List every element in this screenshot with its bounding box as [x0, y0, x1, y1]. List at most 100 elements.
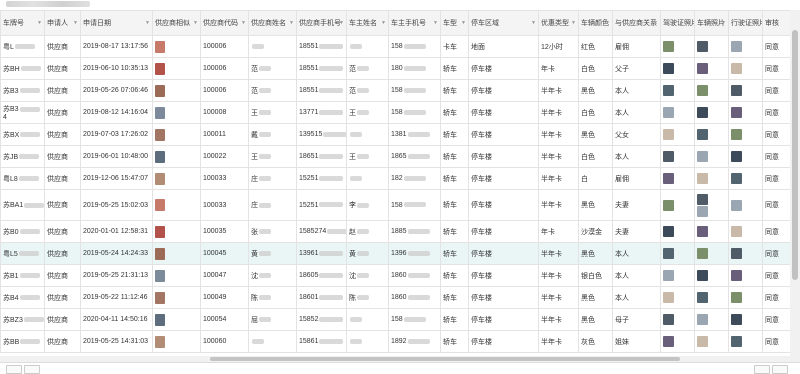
- supplier-photo[interactable]: [155, 128, 165, 141]
- caret-down-icon[interactable]: ▼: [381, 20, 386, 26]
- table-row[interactable]: 苏B0 供应商 2020-01-01 12:58:31 100035 张 1585274 赵…: [0, 220, 790, 243]
- supplier-photo[interactable]: [155, 225, 165, 238]
- table-row[interactable]: 苏B1 供应商 2019-05-25 21:31:13 100047 沈 18605 沈 18…: [0, 264, 790, 287]
- caret-down-icon[interactable]: ▼: [571, 20, 576, 26]
- supplier-photo[interactable]: [155, 150, 165, 163]
- table-row[interactable]: 苏BA1 供应商 2019-05-25 15:02:03 100033 庄 15251 李 1…: [0, 189, 790, 221]
- vehicle-photo[interactable]: [697, 63, 708, 74]
- caret-down-icon[interactable]: ▼: [193, 20, 198, 26]
- column-header[interactable]: 车辆照片 ▼: [694, 10, 729, 36]
- caret-down-icon[interactable]: ▼: [531, 20, 536, 26]
- registration-photo[interactable]: [731, 226, 742, 237]
- column-header[interactable]: 车主姓名 ▼: [346, 10, 389, 36]
- vehicle-photo[interactable]: [697, 248, 708, 259]
- vehicle-photo[interactable]: [697, 270, 708, 281]
- caret-down-icon[interactable]: ▼: [461, 20, 466, 26]
- caret-down-icon[interactable]: ▼: [433, 20, 438, 26]
- vehicle-photo[interactable]: [697, 129, 708, 140]
- registration-photo[interactable]: [731, 314, 742, 325]
- caret-down-icon[interactable]: ▼: [721, 20, 726, 26]
- table-row[interactable]: 苏B3 供应商 2019-05-26 07:06:46 100006 范 18551 范 15…: [0, 79, 790, 102]
- column-header[interactable]: 与供应商关系 ▼: [612, 10, 661, 36]
- license-photo[interactable]: [663, 314, 674, 325]
- supplier-photo[interactable]: [155, 291, 165, 304]
- column-header[interactable]: 供应商手机号 ▼: [296, 10, 347, 36]
- supplier-photo[interactable]: [155, 62, 165, 75]
- table-row[interactable]: 苏B4 供应商 2019-05-22 11:12:46 100049 陈 18601 陈 18…: [0, 286, 790, 309]
- vehicle-photo[interactable]: [697, 107, 708, 118]
- registration-photo[interactable]: [731, 248, 742, 259]
- vehicle-photo[interactable]: [697, 226, 708, 237]
- registration-photo[interactable]: [731, 85, 742, 96]
- column-header[interactable]: 申请人 ▼: [44, 10, 81, 36]
- vehicle-photo[interactable]: [697, 336, 708, 347]
- supplier-photo[interactable]: [155, 335, 165, 348]
- supplier-photo[interactable]: [155, 84, 165, 97]
- registration-photo[interactable]: [731, 63, 742, 74]
- table-row[interactable]: 粤L 供应商 2019-08-17 13:17:56 100006 18551 158 卡车…: [0, 35, 790, 58]
- registration-photo[interactable]: [731, 41, 742, 52]
- vehicle-photo[interactable]: [697, 85, 708, 96]
- supplier-photo[interactable]: [155, 199, 165, 211]
- column-header[interactable]: 供应商相似 ▼: [152, 10, 201, 36]
- vertical-scrollbar[interactable]: [790, 10, 800, 362]
- table-row[interactable]: 粤L5 供应商 2019-05-24 14:24:33 100045 黄 13961 黄 13…: [0, 242, 790, 265]
- license-photo[interactable]: [663, 248, 674, 259]
- license-photo[interactable]: [663, 199, 674, 211]
- vehicle-photo[interactable]: [697, 193, 708, 205]
- license-photo[interactable]: [663, 85, 674, 96]
- table-row[interactable]: 苏B3 4 供应商 2019-08-12 14:16:04 100008 王 13771 王 1…: [0, 101, 790, 124]
- vehicle-photo[interactable]: [697, 173, 708, 184]
- caret-down-icon[interactable]: ▼: [687, 20, 692, 26]
- table-row[interactable]: 苏BH 供应商 2019-06-10 10:35:13 100006 范 18551 范 18…: [0, 57, 790, 80]
- caret-down-icon[interactable]: ▼: [145, 20, 150, 26]
- column-header[interactable]: 停车区域 ▼: [468, 10, 539, 36]
- supplier-photo[interactable]: [155, 106, 165, 119]
- supplier-photo[interactable]: [155, 172, 165, 185]
- caret-down-icon[interactable]: ▼: [339, 20, 344, 26]
- license-photo[interactable]: [663, 226, 674, 237]
- registration-photo[interactable]: [731, 107, 742, 118]
- supplier-photo[interactable]: [155, 313, 165, 326]
- column-header[interactable]: 供应商姓名 ▼: [248, 10, 297, 36]
- supplier-photo[interactable]: [155, 269, 165, 282]
- license-photo[interactable]: [663, 173, 674, 184]
- column-header[interactable]: 车辆颜色 ▼: [578, 10, 613, 36]
- column-header[interactable]: 优惠类型 ▼: [538, 10, 579, 36]
- registration-photo[interactable]: [731, 129, 742, 140]
- column-header[interactable]: 车型 ▼: [440, 10, 469, 36]
- column-header[interactable]: 车主手机号 ▼: [388, 10, 441, 36]
- vehicle-photo[interactable]: [697, 314, 708, 325]
- vehicle-photo[interactable]: [697, 41, 708, 52]
- registration-photo[interactable]: [731, 270, 742, 281]
- table-row[interactable]: 苏BZ3 供应商 2020-04-11 14:50:16 100054 屈 15852 15…: [0, 308, 790, 331]
- vehicle-photo[interactable]: [697, 292, 708, 303]
- license-photo[interactable]: [663, 292, 674, 303]
- vertical-scroll-thumb[interactable]: [792, 30, 798, 280]
- license-photo[interactable]: [663, 129, 674, 140]
- supplier-photo[interactable]: [155, 247, 165, 260]
- vehicle-photo[interactable]: [697, 151, 708, 162]
- vehicle-photo[interactable]: [697, 205, 708, 217]
- caret-down-icon[interactable]: ▼: [289, 20, 294, 26]
- registration-photo[interactable]: [731, 151, 742, 162]
- license-photo[interactable]: [663, 63, 674, 74]
- registration-photo[interactable]: [731, 336, 742, 347]
- supplier-photo[interactable]: [155, 40, 165, 53]
- column-header[interactable]: 行驶证照片 ▼: [728, 10, 763, 36]
- caret-down-icon[interactable]: ▼: [37, 20, 42, 26]
- caret-down-icon[interactable]: ▼: [73, 20, 78, 26]
- license-photo[interactable]: [663, 336, 674, 347]
- registration-photo[interactable]: [731, 292, 742, 303]
- license-photo[interactable]: [663, 270, 674, 281]
- horizontal-scroll-thumb[interactable]: [210, 357, 680, 361]
- registration-photo[interactable]: [731, 199, 742, 211]
- column-header[interactable]: 审核: [762, 10, 790, 36]
- table-row[interactable]: 粤L8 供应商 2019-12-06 15:47:07 100033 庄 15251 182…: [0, 167, 790, 190]
- column-header[interactable]: 供应商代码 ▼: [200, 10, 249, 36]
- column-header[interactable]: 驾驶证照片 ▼: [660, 10, 695, 36]
- license-photo[interactable]: [663, 107, 674, 118]
- caret-down-icon[interactable]: ▼: [241, 20, 246, 26]
- license-photo[interactable]: [663, 151, 674, 162]
- table-row[interactable]: 苏BX 供应商 2019-07-03 17:26:02 100011 戴 139515 13…: [0, 123, 790, 146]
